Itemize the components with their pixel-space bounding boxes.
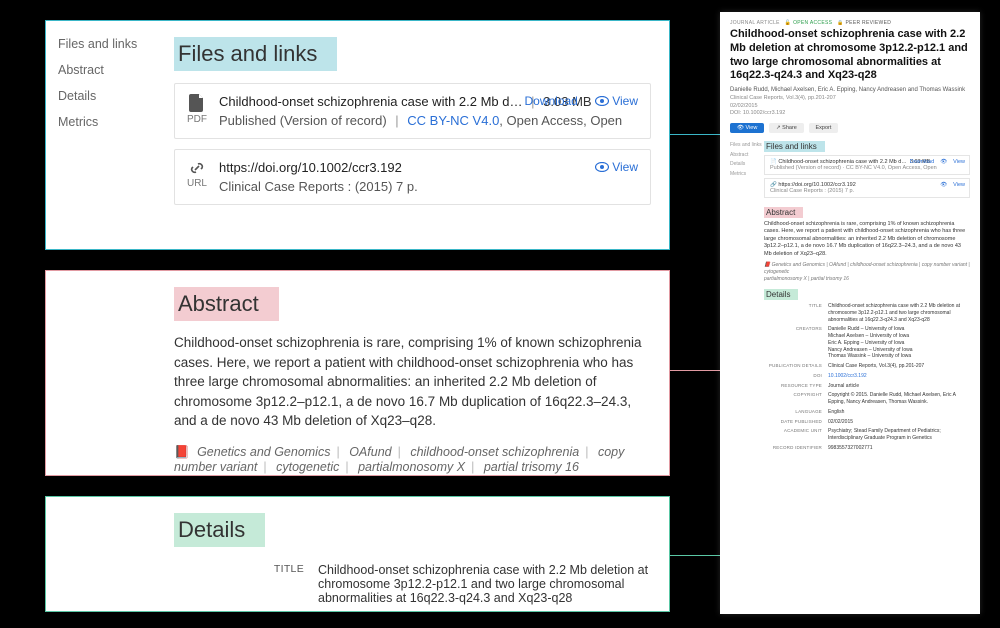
eye-icon [595,161,609,175]
file-title: Childhood-onset schizophrenia case with … [219,94,523,109]
file-card-url: URL https://doi.org/10.1002/ccr3.192 Cli… [174,149,651,205]
detail-value: Psychiatry; Stead Family Department of P… [828,428,970,442]
detail-value: Clinical Case Reports, Vol.3(4), pp.201-… [828,363,970,370]
tag[interactable]: cytogenetic [276,460,339,474]
share-button[interactable]: ↗ Share [769,123,804,133]
detail-row: COPYRIGHTCopyright © 2015. Danielle Rudd… [764,392,970,406]
full-page-preview: JOURNAL ARTICLE 🔓 OPEN ACCESS 🔒 PEER REV… [720,12,980,614]
tag[interactable]: childhood-onset schizophrenia [410,445,579,459]
view-link[interactable]: 👁View [940,182,965,188]
peer-reviewed-badge: 🔒 PEER REVIEWED [837,20,891,26]
view-link[interactable]: View [595,160,638,174]
detail-row: RECORD IDENTIFIER9983557327002771 [764,445,970,452]
detail-value: English [828,409,970,416]
nav-details[interactable]: Details [58,89,137,103]
nav-files-and-links[interactable]: Files and links [58,37,137,51]
abstract-heading: Abstract [174,287,279,321]
detail-value: Childhood-onset schizophrenia case with … [828,303,970,323]
file-card-pdf: 📄 Childhood-onset schizophrenia case wit… [764,155,970,175]
nav-details[interactable]: Details [730,160,764,170]
abstract-text: Childhood-onset schizophrenia is rare, c… [764,221,970,258]
download-link[interactable]: Download [524,94,577,108]
pdf-icon: PDF [185,94,209,125]
details-panel: Details TITLE Childhood-onset schizophre… [45,496,670,612]
view-button[interactable]: 👁 View [730,123,764,133]
nav-files-and-links[interactable]: Files and links [730,141,764,151]
tag-list: 📕 Genetics and Genomics| OAfund| childho… [174,445,651,474]
detail-row: CREATORSDanielle Rudd – University of Io… [764,326,970,360]
tag[interactable]: Genetics and Genomics [197,445,330,459]
detail-value: 9983557327002771 [828,445,970,452]
download-link[interactable]: Download [910,159,934,165]
file-card-url: 🔗 https://doi.org/10.1002/ccr3.192 👁View… [764,178,970,198]
nav-abstract[interactable]: Abstract [730,151,764,161]
detail-label: DATE PUBLISHED [764,419,828,426]
detail-row: DOI10.1002/ccr3.192 [764,373,970,380]
detail-value: Danielle Rudd – University of IowaMichae… [828,326,970,360]
tag[interactable]: OAfund [349,445,391,459]
link-icon: URL [185,160,209,189]
detail-label-title: TITLE [174,563,318,605]
nav-abstract[interactable]: Abstract [58,63,137,77]
files-links-heading: Files and links [764,141,825,152]
eye-icon [595,95,609,109]
files-links-panel: Files and links Abstract Details Metrics… [45,20,670,250]
detail-row: PUBLICATION DETAILSClinical Case Reports… [764,363,970,370]
detail-row: DATE PUBLISHED02/02/2015 [764,419,970,426]
nav-metrics[interactable]: Metrics [58,115,137,129]
detail-label: LANGUAGE [764,409,828,416]
connector-line [670,555,720,556]
file-url-sub: Clinical Case Reports : (2015) 7 p. [219,179,638,194]
export-button[interactable]: Export [809,123,839,133]
detail-row: RESOURCE TYPEJournal article [764,383,970,390]
file-access: , Open Access, Open [499,113,622,128]
detail-label: ACADEMIC UNIT [764,428,828,442]
citation-block: Clinical Case Reports, Vol.3(4), pp.201-… [730,95,970,118]
file-card-pdf: PDF Childhood-onset schizophrenia case w… [174,83,651,139]
view-link[interactable]: View [595,94,638,108]
book-icon: 📕 [174,445,190,459]
nav-metrics[interactable]: Metrics [730,170,764,180]
detail-row: ACADEMIC UNITPsychiatry; Stead Family De… [764,428,970,442]
connector-line [670,370,720,371]
abstract-heading: Abstract [764,207,803,218]
open-access-badge: 🔓 OPEN ACCESS [785,20,832,26]
tag[interactable]: partialmonosomy X [358,460,465,474]
file-version: Published (Version of record) [219,113,387,128]
section-nav: Files and links Abstract Details Metrics [730,141,764,455]
page-title: Childhood-onset schizophrenia case with … [730,28,970,83]
file-url[interactable]: https://doi.org/10.1002/ccr3.192 [219,160,402,175]
detail-row: LANGUAGEEnglish [764,409,970,416]
tag-list: 📕 Genetics and Genomics | OAfund | child… [764,262,970,283]
detail-label: RESOURCE TYPE [764,383,828,390]
detail-label: TITLE [764,303,828,323]
detail-label: COPYRIGHT [764,392,828,406]
files-links-heading: Files and links [174,37,337,71]
connector-line [670,134,720,135]
section-nav: Files and links Abstract Details Metrics [58,37,137,141]
detail-label: RECORD IDENTIFIER [764,445,828,452]
detail-label: DOI [764,373,828,380]
detail-value: 10.1002/ccr3.192 [828,373,970,380]
detail-row: TITLEChildhood-onset schizophrenia case … [764,303,970,323]
file-license[interactable]: CC BY-NC V4.0 [407,113,499,128]
detail-label: CREATORS [764,326,828,360]
abstract-text: Childhood-onset schizophrenia is rare, c… [174,333,651,431]
detail-value: 02/02/2015 [828,419,970,426]
abstract-panel: Abstract Childhood-onset schizophrenia i… [45,270,670,476]
detail-value: Journal article [828,383,970,390]
details-heading: Details [174,513,265,547]
detail-value: Copyright © 2015. Danielle Rudd, Michael… [828,392,970,406]
authors: Danielle Rudd, Michael Axelsen, Eric A. … [730,87,970,93]
tag[interactable]: partial trisomy 16 [484,460,579,474]
detail-label: PUBLICATION DETAILS [764,363,828,370]
details-heading: Details [764,289,798,300]
view-link[interactable]: 👁View [940,159,965,165]
detail-value-title: Childhood-onset schizophrenia case with … [318,563,651,605]
record-type-row: JOURNAL ARTICLE 🔓 OPEN ACCESS 🔒 PEER REV… [730,20,970,26]
